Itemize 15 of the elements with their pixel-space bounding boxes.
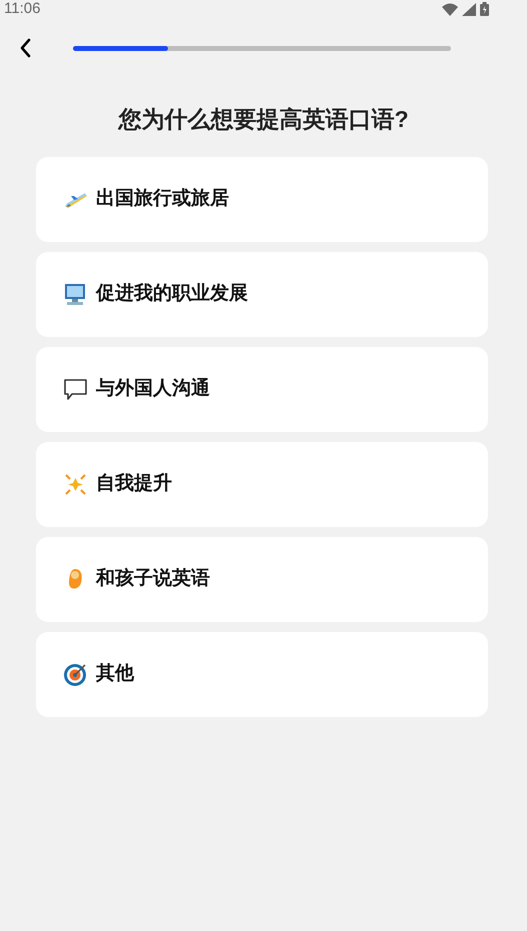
option-card[interactable]: 出国旅行或旅居 <box>36 156 488 242</box>
question-title: 您为什么想要提高英语口语? <box>116 105 410 134</box>
wifi-icon <box>442 2 458 16</box>
option-card[interactable]: 其他 <box>36 632 488 716</box>
battery-icon <box>480 2 489 16</box>
target-icon <box>63 662 88 686</box>
speech-bubble-icon <box>63 376 88 402</box>
option-card[interactable]: 促进我的职业发展 <box>36 252 488 336</box>
option-card[interactable]: 与外国人沟通 <box>36 346 488 432</box>
status-time: 11:06 <box>4 1 40 17</box>
star-burst-icon <box>63 472 88 496</box>
option-card[interactable]: 自我提升 <box>36 442 488 526</box>
signal-icon <box>462 2 476 16</box>
computer-icon <box>63 282 88 306</box>
option-card[interactable]: 和孩子说英语 <box>36 536 488 622</box>
